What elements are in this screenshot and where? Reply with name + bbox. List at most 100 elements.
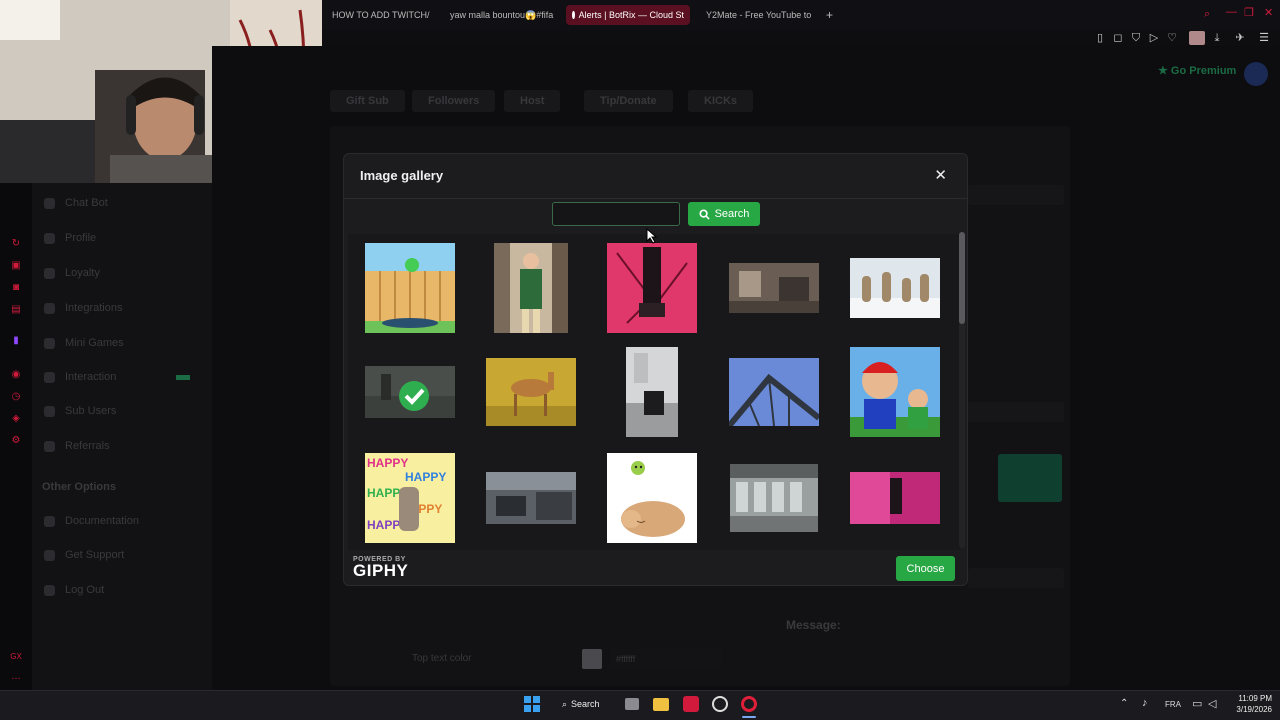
search-icon: [699, 208, 710, 220]
minimize-icon[interactable]: —: [1226, 6, 1237, 18]
network-icon[interactable]: ▭: [1192, 697, 1202, 710]
opera-gx-taskbar-icon[interactable]: [683, 696, 699, 712]
sidebar-item-referrals[interactable]: Referrals: [44, 440, 110, 452]
gif-thumbnail[interactable]: [475, 448, 587, 548]
close-window-icon[interactable]: ✕: [1264, 6, 1273, 19]
windows-start-icon[interactable]: [524, 696, 540, 712]
gif-thumbnail[interactable]: HAPPY HAPPY HAPPY HAPPY HAPPY: [354, 448, 466, 548]
gif-thumbnail[interactable]: [475, 238, 587, 338]
alert-tab-host[interactable]: Host: [504, 90, 561, 112]
gif-thumbnail[interactable]: [354, 238, 466, 338]
browser-tab-4[interactable]: Y2Mate - Free YouTube to: [696, 5, 816, 25]
task-view-icon[interactable]: [625, 698, 639, 710]
browser-tab-3[interactable]: Alerts | BotRix — Cloud St: [566, 5, 690, 25]
alert-tab-gift-sub[interactable]: Gift Sub: [330, 90, 405, 112]
sidebar-item-profile[interactable]: Profile: [44, 232, 96, 244]
history-icon[interactable]: ↻: [10, 238, 22, 250]
microphone-icon[interactable]: ♪: [1142, 697, 1148, 709]
logout-icon: [44, 584, 55, 596]
gif-thumbnail[interactable]: [839, 342, 951, 442]
volume-icon[interactable]: ◁: [1208, 697, 1216, 710]
bookmark-icon[interactable]: ▯: [1093, 31, 1107, 45]
chevron-up-icon[interactable]: ⌃: [1120, 698, 1128, 709]
messenger-icon[interactable]: ◙: [10, 282, 22, 294]
language-indicator[interactable]: FRA: [1165, 700, 1181, 709]
browser-tab-2[interactable]: yaw malla bountou😱#fifa: [440, 5, 558, 25]
tab-label: Alerts | BotRix — Cloud St: [578, 10, 684, 20]
player-icon[interactable]: ◉: [10, 369, 22, 381]
chatgpt-icon[interactable]: [712, 696, 728, 712]
sidebar-item-integrations[interactable]: Integrations: [44, 302, 122, 314]
dim-select-2[interactable]: [968, 402, 1064, 422]
close-icon[interactable]: ✕: [934, 166, 947, 184]
clock-icon[interactable]: ◷: [10, 391, 22, 403]
gif-thumbnail[interactable]: [596, 238, 708, 338]
gif-thumbnail[interactable]: [596, 448, 708, 548]
search-button[interactable]: Search: [688, 202, 760, 226]
user-avatar[interactable]: [1244, 62, 1268, 86]
maximize-icon[interactable]: ❐: [1244, 6, 1254, 19]
gif-thumbnail[interactable]: [354, 342, 466, 442]
taskbar-clock[interactable]: 11:09 PM 3/19/2026: [1226, 693, 1272, 715]
powered-by-giphy: POWERED BY GIPHY: [353, 556, 408, 581]
alert-tab-kicks[interactable]: KICKs: [688, 90, 754, 112]
dim-select-1[interactable]: [968, 185, 1064, 205]
dim-action-buttons[interactable]: [998, 454, 1062, 502]
color-value-field[interactable]: #ffffff: [610, 649, 722, 669]
alert-tab-tip[interactable]: Tip/Donate: [584, 90, 673, 112]
download-icon[interactable]: ⤓: [1210, 31, 1224, 45]
active-app-indicator: [742, 716, 756, 718]
gif-thumbnail[interactable]: [839, 238, 951, 338]
twitch-icon[interactable]: ▮: [10, 335, 22, 347]
gif-thumbnail[interactable]: [596, 342, 708, 442]
gif-image-building: [730, 464, 818, 532]
dim-select-3[interactable]: [968, 568, 1064, 588]
color-swatch[interactable]: [582, 649, 602, 669]
gif-thumbnail[interactable]: [718, 342, 830, 442]
choose-button[interactable]: Choose: [896, 556, 955, 581]
more-icon[interactable]: …: [10, 671, 22, 683]
search-button-label: Search: [714, 208, 750, 220]
new-tab-button[interactable]: +: [820, 5, 840, 25]
scrollbar-thumb[interactable]: [959, 232, 965, 324]
tab-label: HOW TO ADD TWITCH/ Ki: [332, 10, 432, 20]
gif-image-office: [626, 347, 678, 437]
gx-icon[interactable]: GX: [10, 651, 22, 663]
opera-icon[interactable]: [741, 696, 757, 712]
sidebar-item-chat-bot[interactable]: Chat Bot: [44, 197, 108, 209]
gif-thumbnail[interactable]: [839, 448, 951, 548]
sidebar-item-interaction[interactable]: Interaction: [44, 371, 191, 383]
alert-tab-followers[interactable]: Followers: [412, 90, 496, 112]
heart-icon[interactable]: ♡: [1165, 31, 1179, 45]
aria-ai-icon[interactable]: ✈: [1230, 31, 1250, 45]
go-premium-link[interactable]: ★ Go Premium: [1158, 64, 1236, 77]
sidebar-item-loyalty[interactable]: Loyalty: [44, 267, 100, 279]
taskbar-search[interactable]: ⌕ Search: [556, 695, 610, 713]
gif-thumbnail[interactable]: [475, 342, 587, 442]
bag-icon[interactable]: ▣: [10, 260, 22, 272]
shield-icon[interactable]: ⛉: [1129, 31, 1143, 45]
file-explorer-icon[interactable]: [653, 698, 669, 711]
sidebar-item-mini-games[interactable]: Mini Games: [44, 337, 124, 349]
search-tabs-icon[interactable]: ⌕: [1204, 8, 1210, 21]
browser-tab-1[interactable]: HOW TO ADD TWITCH/ Ki: [322, 5, 432, 25]
music-icon[interactable]: ▤: [10, 304, 22, 316]
gif-image-pink-scene: [850, 472, 940, 524]
search-icon: ⌕: [562, 698, 568, 709]
snapshot-icon[interactable]: ◻: [1111, 31, 1125, 45]
gif-thumbnail[interactable]: [718, 448, 830, 548]
sidebar-item-sub-users[interactable]: Sub Users: [44, 405, 116, 417]
play-icon[interactable]: ▷: [1147, 31, 1161, 45]
chat-icon: [44, 197, 55, 209]
svg-text:HAPPY: HAPPY: [405, 470, 446, 484]
bookmarks-icon[interactable]: ◈: [10, 413, 22, 425]
sidebar-item-logout[interactable]: Log Out: [44, 584, 104, 596]
sidebar-item-documentation[interactable]: Documentation: [44, 515, 139, 527]
menu-icon[interactable]: ☰: [1257, 31, 1271, 45]
gallery-scrollbar[interactable]: [959, 232, 965, 548]
sidebar-item-support[interactable]: Get Support: [44, 549, 124, 561]
gif-search-input[interactable]: [552, 202, 680, 226]
gif-thumbnail[interactable]: [718, 238, 830, 338]
settings-icon[interactable]: ⚙: [10, 435, 22, 447]
avatar[interactable]: [1189, 31, 1205, 45]
